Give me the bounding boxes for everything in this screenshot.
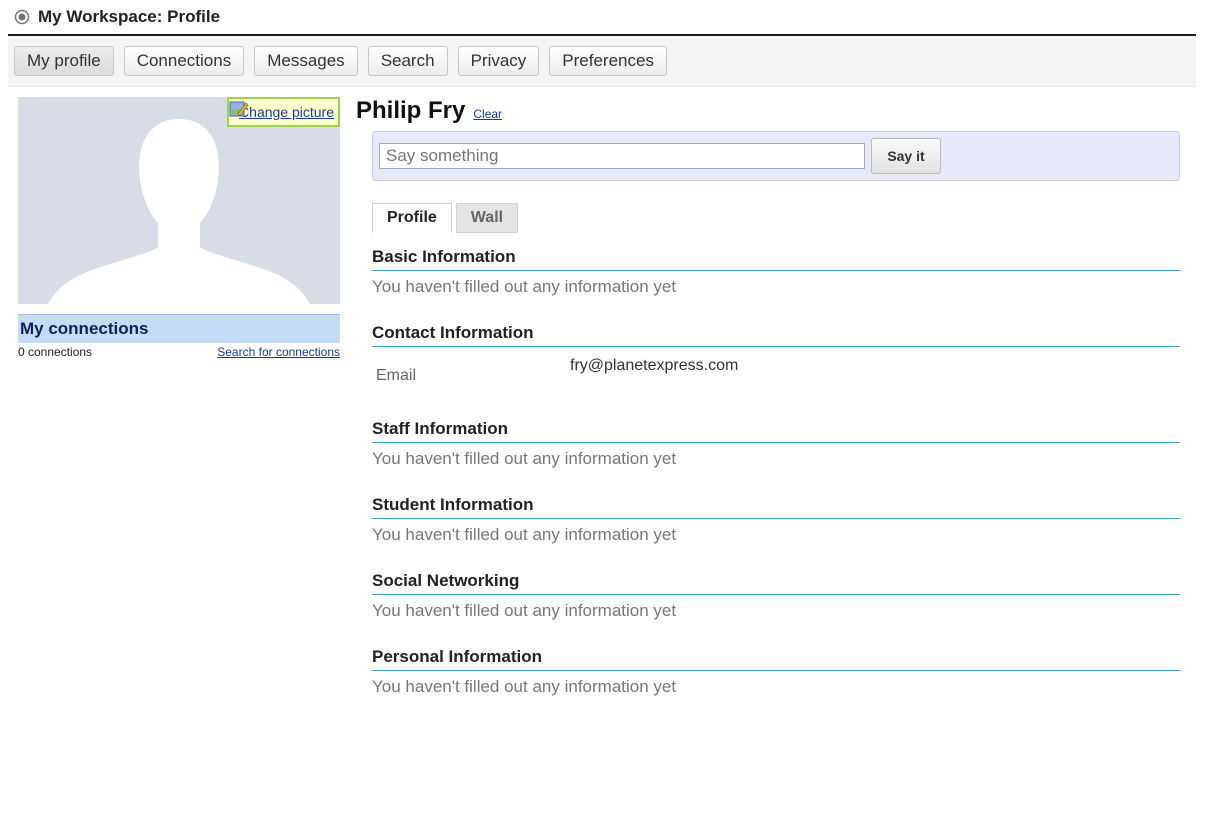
- section-empty-text: You haven't filled out any information y…: [372, 677, 677, 696]
- profile-photo: Change picture: [18, 97, 340, 304]
- section-empty-text: You haven't filled out any information y…: [372, 525, 677, 544]
- nav-my-profile-button[interactable]: My profile: [14, 46, 114, 76]
- change-picture-button[interactable]: Change picture: [227, 97, 340, 127]
- nav-privacy-button[interactable]: Privacy: [457, 46, 540, 76]
- page-title: My Workspace: Profile: [38, 7, 221, 26]
- connections-header: My connections: [18, 314, 340, 343]
- avatar-silhouette-icon: [18, 97, 340, 304]
- nav-preferences-button[interactable]: Preferences: [549, 46, 667, 76]
- section-empty-text: You haven't filled out any information y…: [372, 277, 677, 296]
- radio-icon: [14, 9, 30, 25]
- email-row: Email fry@planetexpress.com: [372, 357, 1180, 385]
- social-networking-section: Social Networking You haven't filled out…: [372, 571, 1180, 621]
- basic-information-section: Basic Information You haven't filled out…: [372, 247, 1180, 297]
- profile-name-row: Philip Fry Clear: [356, 97, 1180, 125]
- section-empty-text: You haven't filled out any information y…: [372, 601, 677, 620]
- change-picture-link[interactable]: Change picture: [239, 104, 334, 120]
- search-connections-link[interactable]: Search for connections: [217, 345, 340, 359]
- section-empty-text: You haven't filled out any information y…: [372, 449, 677, 468]
- profile-sidebar: Change picture My connections 0 connecti…: [18, 97, 340, 359]
- tab-wall[interactable]: Wall: [455, 203, 519, 233]
- connections-count: 0 connections: [18, 345, 93, 359]
- personal-information-section: Personal Information You haven't filled …: [372, 647, 1180, 697]
- section-title: Social Networking: [372, 571, 1180, 595]
- profile-tabs: Profile Wall: [372, 203, 1180, 233]
- section-title: Student Information: [372, 495, 1180, 519]
- tab-profile[interactable]: Profile: [372, 203, 452, 233]
- email-value: fry@planetexpress.com: [570, 357, 739, 374]
- connections-summary: 0 connections Search for connections: [18, 345, 340, 359]
- student-information-section: Student Information You haven't filled o…: [372, 495, 1180, 545]
- nav-messages-button[interactable]: Messages: [254, 46, 358, 76]
- staff-information-section: Staff Information You haven't filled out…: [372, 419, 1180, 469]
- profile-main: Philip Fry Clear Say it Profile Wall Bas…: [356, 97, 1180, 697]
- nav-connections-button[interactable]: Connections: [123, 46, 245, 76]
- page-header: My Workspace: Profile: [0, 0, 1208, 34]
- section-title: Contact Information: [372, 323, 1180, 347]
- profile-name: Philip Fry: [356, 97, 466, 124]
- status-input[interactable]: [379, 143, 865, 169]
- section-title: Staff Information: [372, 419, 1180, 443]
- email-label: Email: [376, 367, 417, 384]
- nav-search-button[interactable]: Search: [367, 46, 448, 76]
- contact-information-section: Contact Information Email fry@planetexpr…: [372, 323, 1180, 385]
- tool-nav: My profile Connections Messages Search P…: [8, 36, 1196, 87]
- status-update-box: Say it: [372, 131, 1180, 181]
- clear-status-link[interactable]: Clear: [473, 107, 502, 121]
- section-title: Basic Information: [372, 247, 1180, 271]
- section-title: Personal Information: [372, 647, 1180, 671]
- say-it-button[interactable]: Say it: [871, 138, 941, 174]
